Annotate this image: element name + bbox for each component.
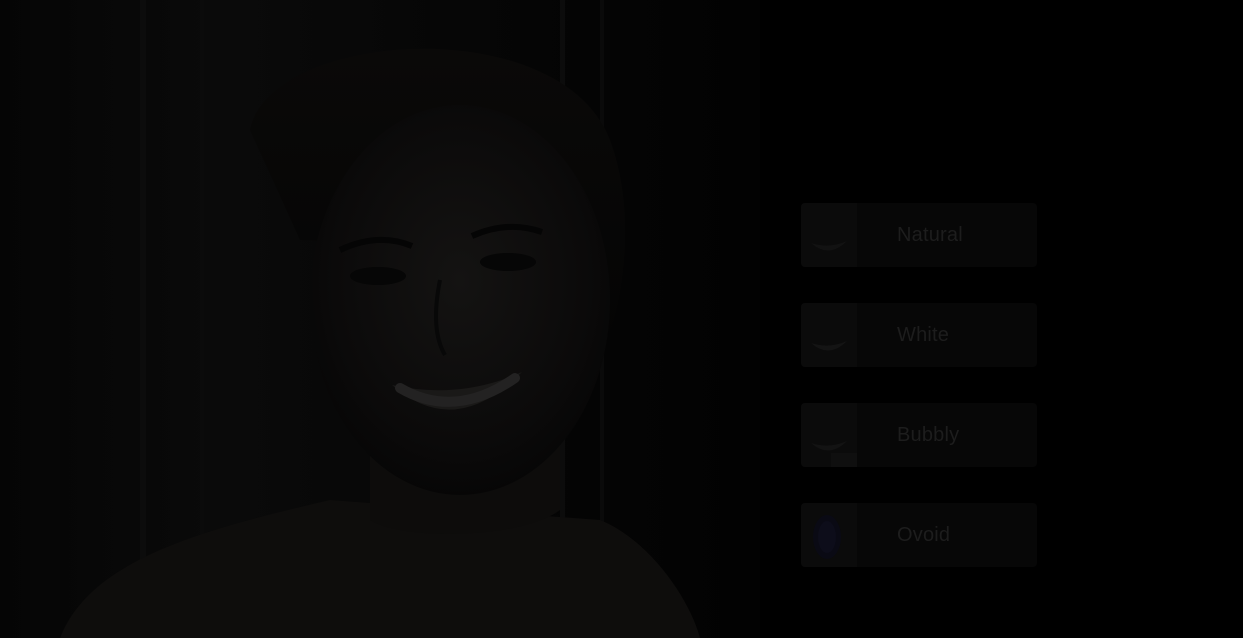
portrait-illustration <box>0 0 760 638</box>
option-ovoid[interactable]: Ovoid <box>801 503 1037 567</box>
natural-smile-icon <box>801 203 857 267</box>
app-stage: Natural White Bubbly Ovoid <box>0 0 1243 638</box>
option-label: White <box>897 323 950 346</box>
option-bubbly[interactable]: Bubbly <box>801 403 1037 467</box>
ovoid-smile-icon <box>801 503 857 567</box>
option-label: Bubbly <box>897 423 960 446</box>
option-natural[interactable]: Natural <box>801 203 1037 267</box>
option-white[interactable]: White <box>801 303 1037 367</box>
smile-style-options: Natural White Bubbly Ovoid <box>801 203 1037 567</box>
option-label: Ovoid <box>897 523 951 546</box>
option-label: Natural <box>897 223 963 246</box>
portrait-photo <box>0 0 760 638</box>
white-smile-icon <box>801 303 857 367</box>
bubbly-smile-icon <box>801 403 857 467</box>
